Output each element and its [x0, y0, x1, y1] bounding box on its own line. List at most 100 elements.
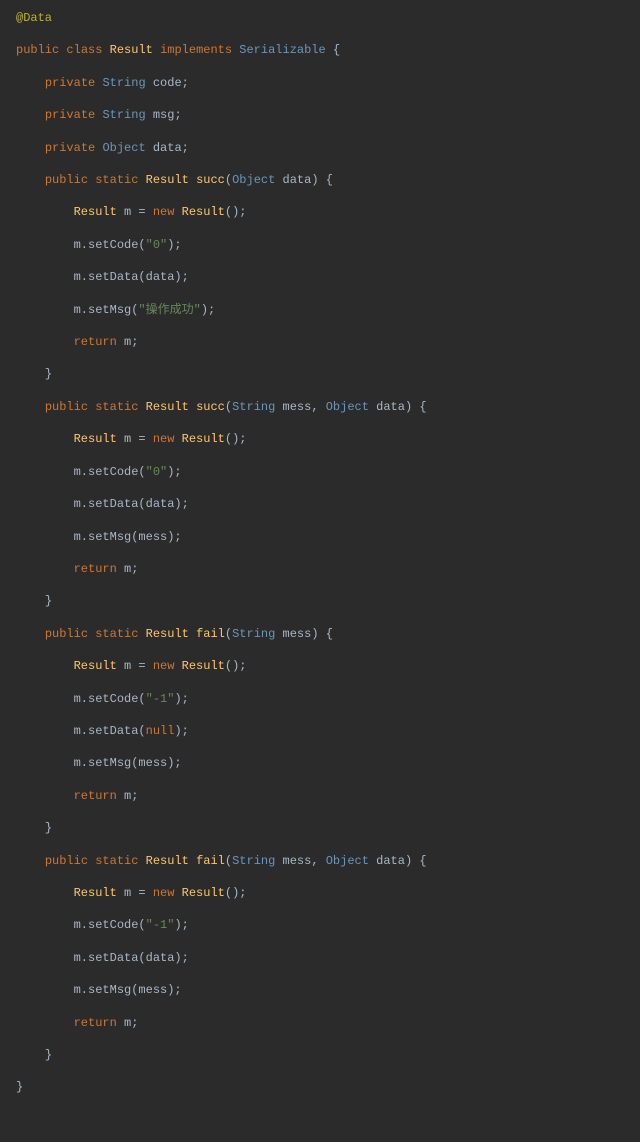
kw-null: null [146, 724, 175, 738]
return-type: Result [146, 173, 189, 187]
brace: { [333, 43, 340, 57]
stmt: m.setMsg(mess); [74, 530, 182, 544]
brace: } [16, 1080, 23, 1094]
rest: (); [225, 432, 247, 446]
kw-static: static [95, 173, 138, 187]
method-name: succ [196, 173, 225, 187]
paren: ( [225, 854, 232, 868]
code-block: @Data public class Result implements Ser… [0, 0, 640, 1106]
kw-new: new [153, 659, 175, 673]
type: Result [74, 432, 117, 446]
kw-static: static [95, 400, 138, 414]
paren: ) { [311, 173, 333, 187]
stmt: m.setMsg( [74, 303, 139, 317]
kw-new: new [153, 886, 175, 900]
brace: } [45, 594, 52, 608]
field-name: data; [153, 141, 189, 155]
stmt: m.setData( [74, 724, 146, 738]
ctor: Result [182, 432, 225, 446]
param-name: mess, [283, 854, 326, 868]
stmt: ); [167, 238, 181, 252]
string: "-1" [146, 918, 175, 932]
param-type: Object [326, 400, 369, 414]
param-type: String [232, 854, 275, 868]
ctor: Result [182, 205, 225, 219]
rest: (); [225, 205, 247, 219]
kw-new: new [153, 205, 175, 219]
ctor: Result [182, 886, 225, 900]
field-name: code; [153, 76, 189, 90]
method-name: fail [196, 854, 225, 868]
stmt: m.setCode( [74, 465, 146, 479]
stmt: m.setData(data); [74, 497, 189, 511]
kw-public: public [16, 43, 59, 57]
paren: ) { [405, 854, 427, 868]
kw-public: public [45, 173, 88, 187]
param-type: Object [326, 854, 369, 868]
kw-class: class [66, 43, 102, 57]
var: m = [124, 659, 153, 673]
rest: (); [225, 659, 247, 673]
annotation: @Data [16, 11, 52, 25]
rest: (); [225, 886, 247, 900]
stmt: ); [174, 918, 188, 932]
brace: } [45, 821, 52, 835]
class-name: Result [110, 43, 153, 57]
param-name: data [376, 400, 405, 414]
brace: } [45, 1048, 52, 1062]
stmt: ); [174, 692, 188, 706]
kw-return: return [74, 789, 117, 803]
method-name: succ [196, 400, 225, 414]
ctor: Result [182, 659, 225, 673]
kw-public: public [45, 854, 88, 868]
stmt: m.setMsg(mess); [74, 983, 182, 997]
kw-public: public [45, 400, 88, 414]
kw-private: private [45, 108, 95, 122]
type: Result [74, 659, 117, 673]
field-name: msg; [153, 108, 182, 122]
kw-return: return [74, 1016, 117, 1030]
stmt: m; [117, 1016, 139, 1030]
stmt: ); [167, 465, 181, 479]
stmt: m.setCode( [74, 918, 146, 932]
paren: ( [225, 627, 232, 641]
param-type: String [232, 400, 275, 414]
paren: ) { [405, 400, 427, 414]
kw-public: public [45, 627, 88, 641]
kw-new: new [153, 432, 175, 446]
param-type: Object [232, 173, 275, 187]
paren: ( [225, 173, 232, 187]
method-name: fail [196, 627, 225, 641]
stmt: m.setMsg(mess); [74, 756, 182, 770]
stmt: ); [174, 724, 188, 738]
string: "0" [146, 465, 168, 479]
type: String [102, 108, 145, 122]
paren: ( [225, 400, 232, 414]
kw-return: return [74, 335, 117, 349]
kw-return: return [74, 562, 117, 576]
kw-static: static [95, 627, 138, 641]
type: Object [102, 141, 145, 155]
return-type: Result [146, 854, 189, 868]
type: String [102, 76, 145, 90]
param-name: mess, [283, 400, 326, 414]
stmt: ); [201, 303, 215, 317]
string: "-1" [146, 692, 175, 706]
var: m = [124, 205, 153, 219]
brace: } [45, 367, 52, 381]
type: Result [74, 205, 117, 219]
stmt: m; [117, 789, 139, 803]
return-type: Result [146, 627, 189, 641]
stmt: m.setData(data); [74, 270, 189, 284]
param-name: data [376, 854, 405, 868]
kw-private: private [45, 141, 95, 155]
var: m = [124, 886, 153, 900]
stmt: m; [117, 562, 139, 576]
stmt: m; [117, 335, 139, 349]
string: "操作成功" [138, 303, 200, 317]
return-type: Result [146, 400, 189, 414]
kw-private: private [45, 76, 95, 90]
iface-name: Serializable [239, 43, 325, 57]
paren: ) { [311, 627, 333, 641]
param-type: String [232, 627, 275, 641]
